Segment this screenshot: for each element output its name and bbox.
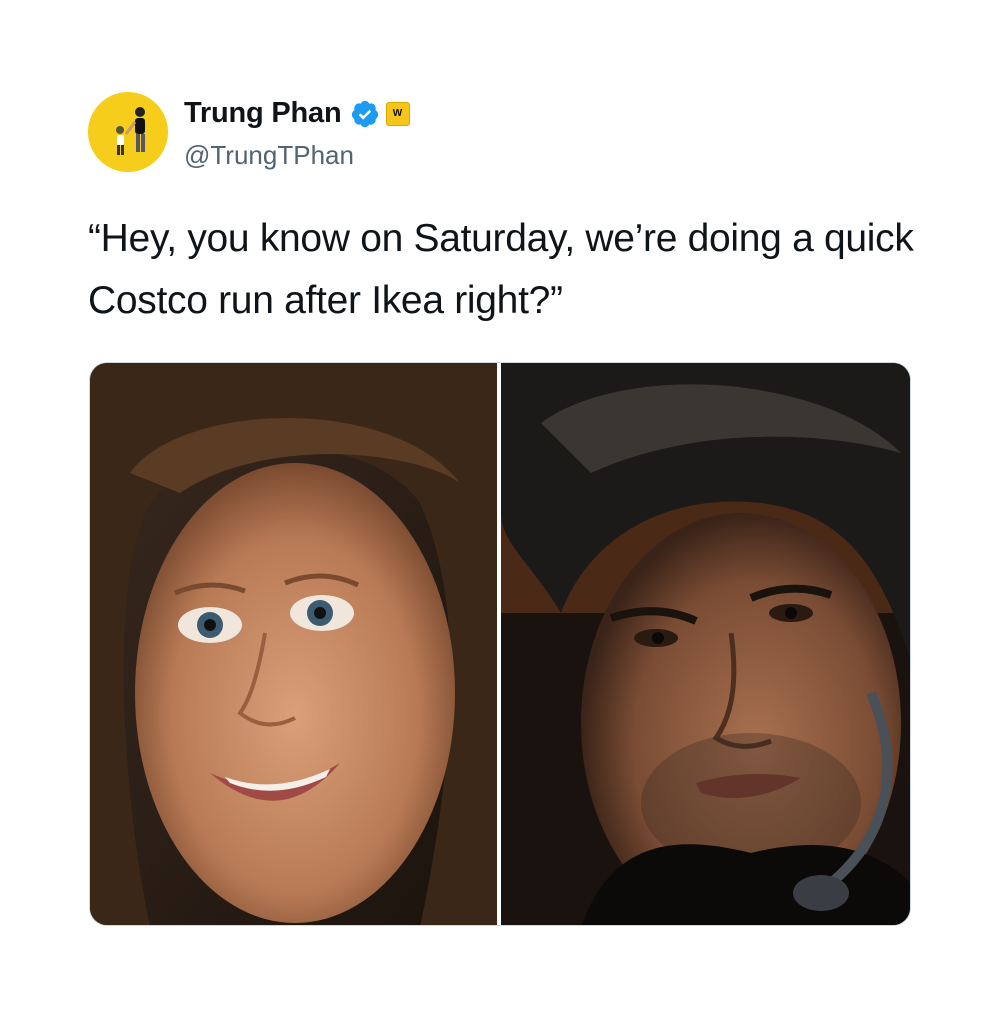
author-handle[interactable]: @TrungTPhan <box>184 140 410 171</box>
tweet-text: “Hey, you know on Saturday, we’re doing … <box>88 217 914 322</box>
media-image-left[interactable] <box>90 363 497 925</box>
tweet-header: Trung Phan W @TrungTPhan <box>88 92 410 172</box>
woman-face-image <box>90 363 497 925</box>
display-name[interactable]: Trung Phan <box>184 97 342 130</box>
avatar-illustration-icon <box>116 107 145 155</box>
author-names: Trung Phan W @TrungTPhan <box>184 94 410 171</box>
affiliate-badge-icon: W <box>385 101 410 126</box>
tweet-media[interactable] <box>89 362 911 926</box>
avatar[interactable] <box>88 92 168 172</box>
affiliate-badge-text: W <box>392 108 403 119</box>
media-image-right[interactable] <box>501 363 910 925</box>
name-row: Trung Phan W <box>184 94 410 134</box>
verified-badge-icon <box>351 100 378 127</box>
man-face-image <box>501 363 910 925</box>
